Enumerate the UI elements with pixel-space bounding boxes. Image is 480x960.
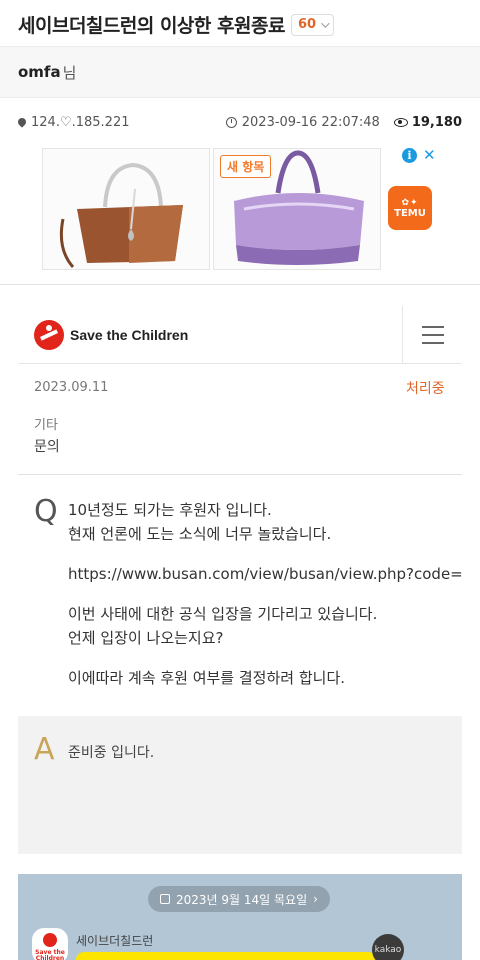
- ad-product-image-brown-bag[interactable]: [42, 148, 210, 270]
- chat-date-pill: 2023년 9월 14일 목요일 ›: [148, 886, 330, 912]
- comment-count-badge[interactable]: 60: [290, 13, 335, 36]
- inquiry-subcategory: 문의: [34, 439, 60, 455]
- stc-logo-mark-icon: [43, 933, 57, 947]
- post-header: 세이브더칠드런의 이상한 후원종료 60: [0, 0, 480, 42]
- stc-brand-name: Save the Children: [70, 327, 189, 343]
- answer-label: A: [34, 732, 55, 767]
- stc-logo[interactable]: Save the Children: [34, 320, 188, 350]
- chat-date: 2023년 9월 14일 목요일: [176, 892, 308, 907]
- temu-glyphs-icon: ✿✦: [401, 197, 419, 208]
- kakao-brand-text: kakao: [374, 945, 402, 955]
- kakao-chat-screenshot: 2023년 9월 14일 목요일 › Save the Children 세이브…: [18, 874, 462, 960]
- temu-brand-text: TEMU: [394, 207, 426, 219]
- chat-sender-name: 세이브더칠드런: [76, 934, 154, 948]
- chevron-right-icon: ›: [313, 892, 318, 906]
- author-suffix: 님: [62, 63, 77, 82]
- ad-banner[interactable]: 새 항목 i ✕ ✿✦ TEMU: [42, 148, 438, 270]
- location-pin-icon: [16, 116, 28, 128]
- view-count: 19,180: [411, 114, 462, 130]
- kakao-badge: kakao: [372, 934, 404, 960]
- info-icon[interactable]: i: [402, 148, 417, 163]
- new-items-badge: 새 항목: [220, 155, 272, 178]
- question-line: 언제 입장이 나오는지요?: [68, 629, 224, 647]
- inquiry-category: 기타: [34, 418, 58, 433]
- calendar-icon: [160, 894, 170, 904]
- comment-count: 60: [297, 17, 317, 32]
- close-icon[interactable]: ✕: [423, 148, 436, 163]
- avatar-text: Save the Children: [35, 949, 65, 960]
- divider: [0, 284, 480, 285]
- stc-logo-mark-icon: [34, 320, 64, 350]
- ip-info: 124.♡.185.221: [16, 114, 130, 130]
- post-datetime: 2023-09-16 22:07:48: [241, 114, 380, 130]
- avatar: Save the Children: [32, 928, 68, 960]
- inquiry-date: 2023.09.11: [34, 380, 109, 395]
- chat-message-bubble: [76, 952, 376, 960]
- ad-controls: i ✕: [402, 148, 436, 163]
- question-line: 이에따라 계속 후원 여부를 결정하려 합니다.: [68, 669, 346, 687]
- author-bar: omfa 님: [0, 46, 480, 98]
- eye-icon: [393, 117, 408, 127]
- answer-text: 준비중 입니다.: [68, 745, 155, 761]
- temu-logo[interactable]: ✿✦ TEMU: [388, 186, 432, 230]
- ip-address: 124.♡.185.221: [31, 114, 130, 130]
- clock-icon: [225, 116, 237, 128]
- post-meta: 124.♡.185.221 2023-09-16 22:07:48 19,180: [0, 110, 480, 134]
- hamburger-icon[interactable]: [402, 306, 462, 364]
- inquiry-status-badge: 처리중: [406, 381, 445, 397]
- question-link[interactable]: https://www.busan.com/view/busan/view.ph…: [68, 562, 462, 586]
- chevron-down-icon: [321, 18, 330, 28]
- question-line: 이번 사태에 대한 공식 입장을 기다리고 있습니다.: [68, 605, 378, 623]
- ad-product-image-purple-bag[interactable]: 새 항목: [213, 148, 381, 270]
- post-title: 세이브더칠드런의 이상한 후원종료: [18, 15, 285, 37]
- stc-site-header: Save the Children: [18, 306, 462, 364]
- question-label: Q: [34, 494, 58, 529]
- question-body: 10년정도 되가는 후원자 입니다. 현재 언론에 도는 소식에 너무 놀랐습니…: [68, 498, 462, 690]
- post-stats: 2023-09-16 22:07:48 19,180: [225, 114, 462, 130]
- question-line: 현재 언론에 도는 소식에 너무 놀랐습니다.: [68, 525, 332, 543]
- answer-box: A 준비중 입니다.: [18, 716, 462, 854]
- author-name[interactable]: omfa: [18, 63, 61, 81]
- question-line: 10년정도 되가는 후원자 입니다.: [68, 501, 272, 519]
- divider: [18, 474, 462, 475]
